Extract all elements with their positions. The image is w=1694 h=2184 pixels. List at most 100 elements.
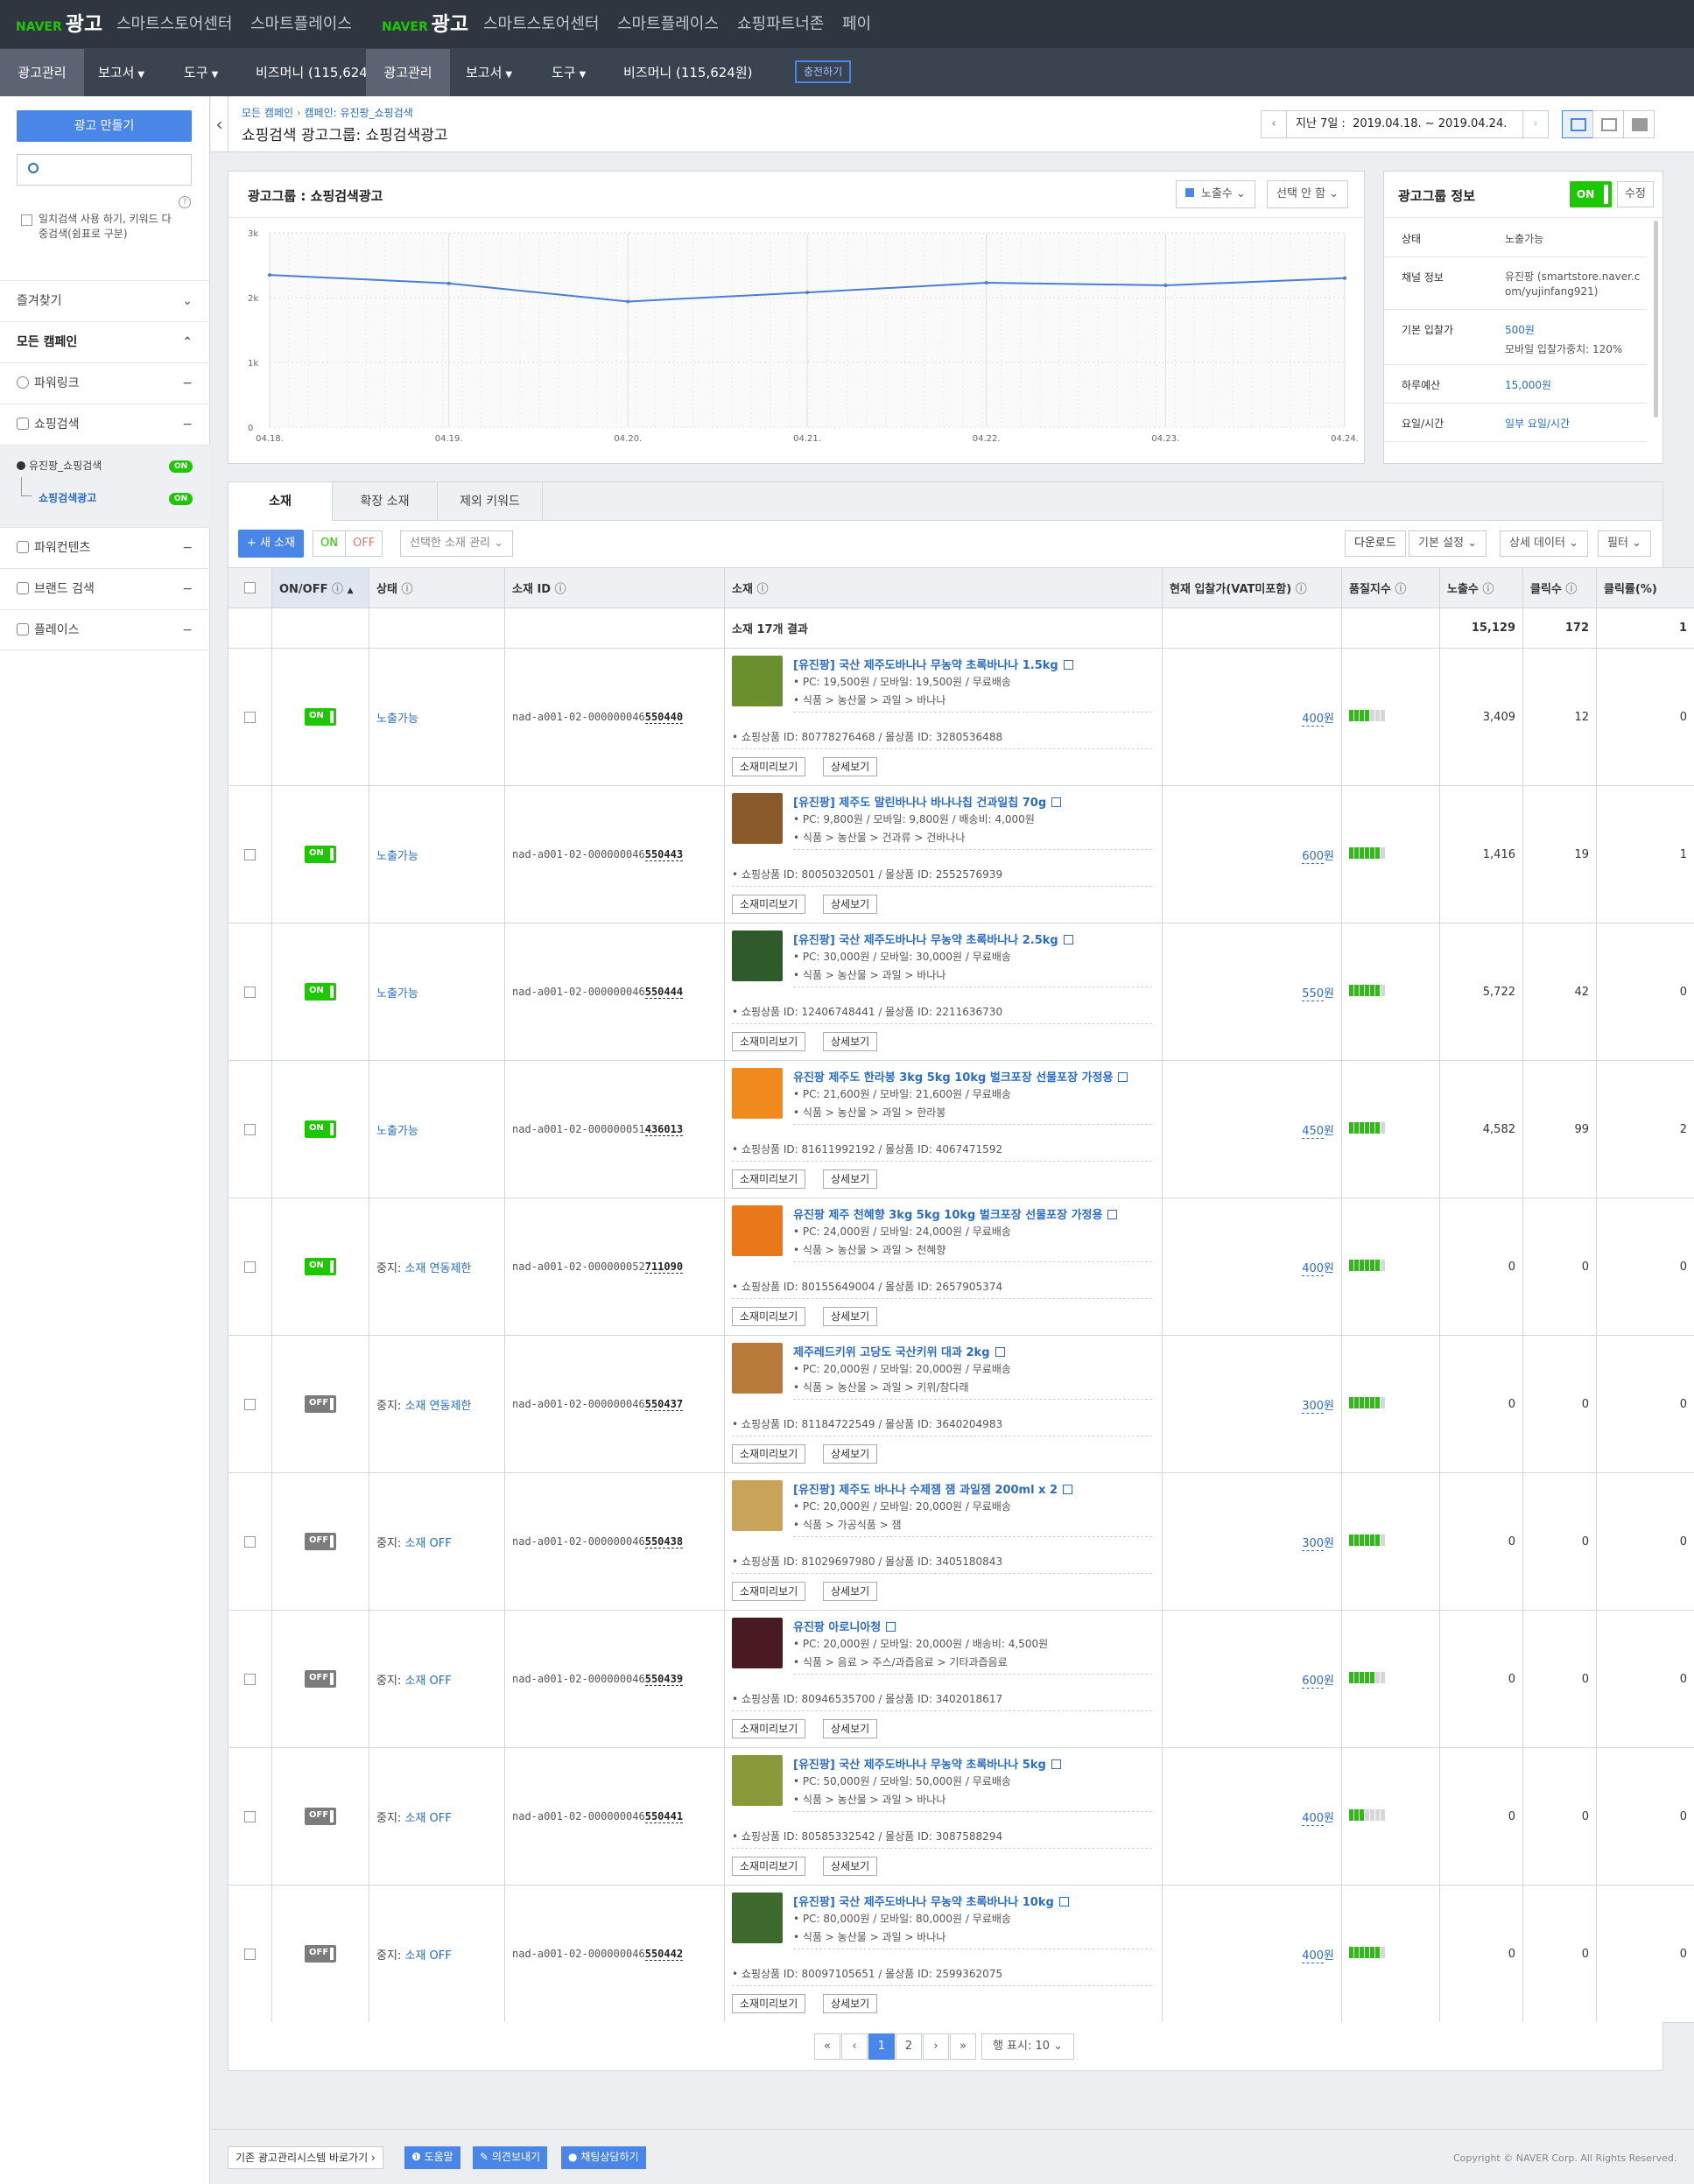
feedback-button[interactable]: ✎ 의견보내기 bbox=[473, 2146, 548, 2169]
ad-id-tail[interactable]: 711090 bbox=[644, 1261, 684, 1274]
data-point[interactable] bbox=[268, 273, 271, 277]
page-1-button[interactable]: 1 bbox=[868, 2033, 895, 2060]
external-link-icon[interactable] bbox=[886, 1622, 896, 1632]
bid-link[interactable]: 550 bbox=[1302, 987, 1325, 1001]
ad-preview-button[interactable]: 소재미리보기 bbox=[732, 757, 806, 776]
info-value[interactable]: 500원 bbox=[1505, 322, 1535, 337]
sidebar-all-campaigns[interactable]: 모든 캠페인 ⌃ bbox=[0, 321, 210, 362]
ad-toggle[interactable]: ON bbox=[305, 1258, 336, 1275]
status-link[interactable]: 소재 OFF bbox=[404, 1537, 451, 1550]
product-thumbnail[interactable] bbox=[732, 1618, 783, 1668]
bulk-off-button[interactable]: OFF bbox=[345, 530, 383, 557]
new-ad-button[interactable]: + 새 소재 bbox=[238, 530, 305, 558]
basic-settings-select[interactable]: 기본 설정 ⌄ bbox=[1409, 530, 1487, 557]
ad-toggle[interactable]: OFF bbox=[305, 1395, 336, 1413]
bid-link[interactable]: 600 bbox=[1302, 849, 1325, 864]
row-checkbox[interactable] bbox=[228, 923, 272, 1061]
col-impressions[interactable]: 노출수 ⓘ bbox=[1439, 567, 1523, 608]
compare-select[interactable]: 선택 안 함 ⌄ bbox=[1267, 180, 1349, 208]
col-ad-id[interactable]: 소재 ID ⓘ bbox=[504, 567, 725, 608]
view-split-icon[interactable] bbox=[1562, 110, 1593, 138]
sidebar-campaign[interactable]: 유진팡_쇼핑검색 bbox=[17, 458, 102, 473]
data-point[interactable] bbox=[446, 281, 451, 285]
external-link-icon[interactable] bbox=[1063, 660, 1073, 670]
ad-toggle[interactable]: OFF bbox=[305, 1945, 336, 1963]
ad-id-tail[interactable]: 550444 bbox=[644, 986, 684, 999]
date-next-button[interactable]: › bbox=[1522, 110, 1549, 138]
bid-link[interactable]: 300 bbox=[1302, 1399, 1325, 1414]
sidebar-item-place[interactable]: 플레이스 − bbox=[0, 609, 210, 650]
ad-detail-button[interactable]: 상세보기 bbox=[823, 1582, 878, 1601]
ad-toggle[interactable]: ON bbox=[305, 708, 336, 726]
col-clicks[interactable]: 클릭수 ⓘ bbox=[1522, 567, 1597, 608]
ad-toggle[interactable]: OFF bbox=[305, 1533, 336, 1550]
row-checkbox[interactable] bbox=[228, 1335, 272, 1473]
row-checkbox[interactable] bbox=[228, 1060, 272, 1198]
ad-preview-button[interactable]: 소재미리보기 bbox=[732, 1307, 806, 1326]
date-prev-button[interactable]: ‹ bbox=[1261, 110, 1287, 138]
sidebar-favorites[interactable]: 즐겨찾기 ⌄ bbox=[0, 280, 210, 321]
product-title[interactable]: 유진팡 제주 천혜향 3kg 5kg 10kg 벌크포장 선물포장 가정용 bbox=[793, 1205, 1118, 1222]
product-title[interactable]: [유진팡] 국산 제주도바나나 무농약 초록바나나 5kg bbox=[793, 1755, 1061, 1772]
ad-id-tail[interactable]: 550440 bbox=[644, 711, 684, 724]
bid-link[interactable]: 400 bbox=[1302, 712, 1325, 727]
status-link[interactable]: 노출가능 bbox=[376, 850, 418, 863]
ad-preview-button[interactable]: 소재미리보기 bbox=[732, 1994, 806, 2013]
product-thumbnail[interactable] bbox=[732, 1480, 783, 1531]
product-thumbnail[interactable] bbox=[732, 1205, 783, 1256]
status-link[interactable]: 소재 OFF bbox=[404, 1675, 451, 1688]
page-prev-button[interactable]: ‹ bbox=[841, 2033, 868, 2060]
row-checkbox[interactable] bbox=[228, 1197, 272, 1336]
external-link-icon[interactable] bbox=[1118, 1072, 1128, 1082]
info-value[interactable]: 15,000원 bbox=[1505, 377, 1551, 392]
link-shopping-partner[interactable]: 쇼핑파트너존 bbox=[737, 0, 824, 49]
row-checkbox[interactable] bbox=[228, 1885, 272, 2023]
sidebar-item-powercontents[interactable]: 파워컨텐츠 − bbox=[0, 527, 210, 568]
ad-detail-button[interactable]: 상세보기 bbox=[823, 1857, 878, 1876]
bid-link[interactable]: 600 bbox=[1302, 1674, 1325, 1689]
link-smartstore[interactable]: 스마트스토어센터 bbox=[116, 0, 232, 49]
col-status[interactable]: 상태 ⓘ bbox=[369, 567, 505, 608]
product-thumbnail[interactable] bbox=[732, 793, 783, 844]
sidebar-collapse-icon[interactable]: ‹ bbox=[211, 96, 228, 152]
status-link[interactable]: 노출가능 bbox=[376, 1125, 418, 1138]
product-thumbnail[interactable] bbox=[732, 1068, 783, 1119]
ad-detail-button[interactable]: 상세보기 bbox=[823, 1169, 878, 1189]
status-link[interactable]: 소재 연동제한 bbox=[404, 1400, 471, 1413]
view-list-icon[interactable] bbox=[1592, 110, 1624, 138]
ad-toggle[interactable]: ON bbox=[305, 1120, 336, 1138]
nav-bizmoney[interactable]: 비즈머니 (115,624 bbox=[256, 49, 366, 96]
exact-match-checkbox[interactable] bbox=[21, 214, 32, 226]
tab-exclude-keywords[interactable]: 제외 키워드 bbox=[438, 482, 543, 521]
col-bid[interactable]: 현재 입찰가(VAT미포함) ⓘ bbox=[1162, 567, 1342, 608]
naver-ad-logo-2[interactable]: NAVER 광고 bbox=[382, 0, 468, 49]
ad-detail-button[interactable]: 상세보기 bbox=[823, 1307, 878, 1326]
help-icon[interactable]: ? bbox=[179, 196, 191, 208]
bid-link[interactable]: 400 bbox=[1302, 1811, 1325, 1826]
product-title[interactable]: [유진팡] 제주도 말린바나나 바나나칩 건과일칩 70g bbox=[793, 793, 1062, 810]
ad-detail-button[interactable]: 상세보기 bbox=[823, 1994, 878, 2013]
col-quality[interactable]: 품질지수 ⓘ bbox=[1341, 567, 1440, 608]
status-link[interactable]: 소재 OFF bbox=[404, 1812, 451, 1825]
row-checkbox[interactable] bbox=[228, 1472, 272, 1611]
status-link[interactable]: 노출가능 bbox=[376, 987, 418, 1001]
external-link-icon[interactable] bbox=[1063, 935, 1073, 945]
ad-toggle[interactable]: OFF bbox=[305, 1670, 336, 1688]
product-thumbnail[interactable] bbox=[732, 656, 783, 706]
data-point[interactable] bbox=[1343, 276, 1346, 280]
adgroup-toggle[interactable]: ON bbox=[1570, 181, 1612, 207]
page-next-button[interactable]: › bbox=[923, 2033, 949, 2060]
sidebar-item-brand[interactable]: 브랜드 검색 − bbox=[0, 568, 210, 609]
nav-ad-manage-2[interactable]: 광고관리 bbox=[366, 49, 450, 96]
info-scrollbar[interactable] bbox=[1654, 221, 1658, 418]
ad-toggle[interactable]: ON bbox=[305, 846, 336, 863]
selected-manage-select[interactable]: 선택한 소재 관리 ⌄ bbox=[400, 530, 514, 557]
tab-ads[interactable]: 소재 bbox=[228, 481, 333, 522]
ad-detail-button[interactable]: 상세보기 bbox=[823, 1444, 878, 1464]
ad-detail-button[interactable]: 상세보기 bbox=[823, 895, 878, 914]
info-value[interactable]: 일부 요일/시간 bbox=[1505, 416, 1570, 431]
page-2-button[interactable]: 2 bbox=[896, 2033, 922, 2060]
ad-id-tail[interactable]: 550443 bbox=[644, 848, 684, 861]
ad-id-tail[interactable]: 436013 bbox=[644, 1123, 684, 1136]
view-table-icon[interactable] bbox=[1623, 110, 1655, 138]
